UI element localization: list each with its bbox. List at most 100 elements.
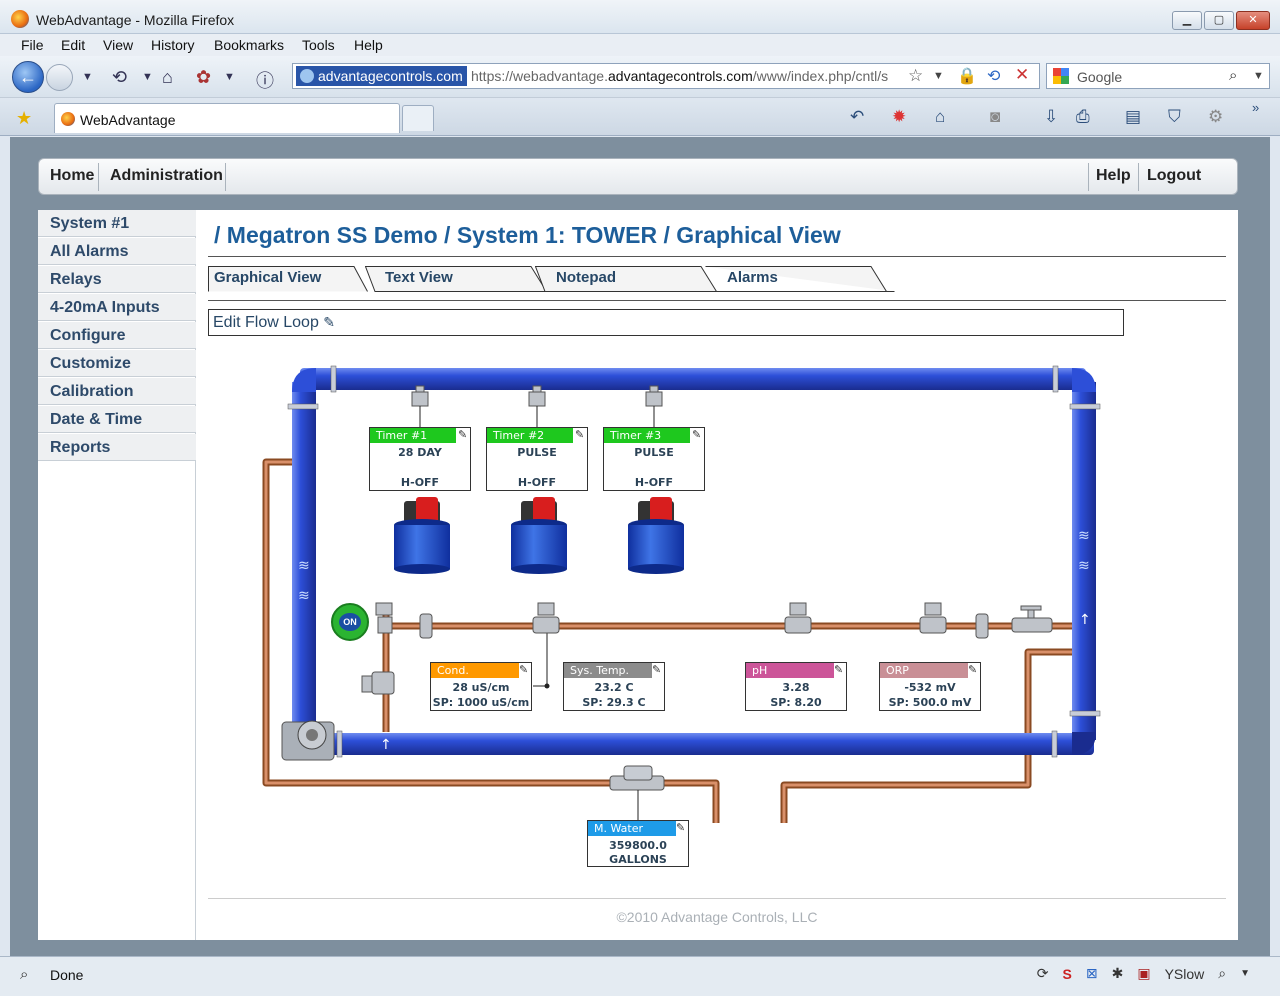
sidebar-item-relays[interactable]: Relays	[38, 266, 196, 293]
status-icons: ⟳ S ⊠ ✱ ▣ YSlow ⌕ ▼	[1037, 965, 1250, 982]
lock-icon[interactable]: 🔒	[957, 66, 977, 86]
sidebar-item-configure[interactable]: Configure	[38, 322, 196, 349]
sidebar-item-date-time[interactable]: Date & Time	[38, 406, 196, 433]
window-titlebar: WebAdvantage - Mozilla Firefox ▁ ▢ ✕	[0, 0, 1280, 34]
home-icon[interactable]: ⌂	[162, 67, 173, 88]
sidebar-item-all-alarms[interactable]: All Alarms	[38, 238, 196, 265]
tab-notepad[interactable]: Notepad	[535, 266, 717, 292]
timer-widget[interactable]: Timer #1 ✎ 28 DAY H-OFF	[369, 427, 471, 491]
nav-separator	[98, 163, 99, 191]
edit-pencil-icon[interactable]: ✎	[323, 314, 335, 330]
tab-webadvantage[interactable]: WebAdvantage	[54, 103, 400, 133]
sensor-value: 23.2 C	[594, 681, 634, 694]
tab-graphical-view[interactable]: Graphical View	[208, 266, 368, 292]
timer-widget[interactable]: Timer #2 ✎ PULSE H-OFF	[486, 427, 588, 491]
tab-alarms-label: Alarms	[727, 269, 778, 286]
tab-text-view[interactable]: Text View	[365, 266, 547, 292]
bug-icon[interactable]: ✱	[1112, 965, 1124, 982]
menu-edit[interactable]: Edit	[61, 37, 85, 53]
temperature-widget[interactable]: Sys. Temp. ✎ 23.2 C SP: 29.3 C	[563, 662, 665, 711]
sidebar-item-reports[interactable]: Reports	[38, 434, 196, 461]
rss-feed-icon[interactable]: ◙	[990, 107, 1000, 127]
nav-administration-link[interactable]: Administration	[110, 167, 223, 185]
s-plugin-icon[interactable]: S	[1063, 966, 1072, 982]
url-dropdown-icon[interactable]: ▼	[933, 70, 944, 82]
timer-mode: H-OFF	[517, 476, 557, 489]
timer-widget[interactable]: Timer #3 ✎ PULSE H-OFF	[603, 427, 705, 491]
security-shield-icon[interactable]: ⛉	[1168, 107, 1181, 127]
nav-logout-link[interactable]: Logout	[1147, 167, 1201, 185]
info-icon[interactable]: ⓘ	[256, 67, 274, 93]
page-icon[interactable]: ▤	[1125, 107, 1141, 127]
firebug-icon[interactable]: ✹	[892, 107, 906, 127]
stop-icon[interactable]: ✕	[1015, 65, 1029, 85]
sidebar-item-calibration[interactable]: Calibration	[38, 378, 196, 405]
search-icon[interactable]: ⌕	[1229, 67, 1237, 84]
window-controls: ▁ ▢ ✕	[1172, 11, 1270, 30]
back-button[interactable]: ←	[12, 61, 44, 93]
edit-pencil-icon[interactable]: ✎	[834, 663, 848, 677]
minimize-button[interactable]: ▁	[1172, 11, 1202, 30]
sidebar-item-customize[interactable]: Customize	[38, 350, 196, 377]
edit-pencil-icon[interactable]: ✎	[575, 428, 589, 442]
menu-tools[interactable]: Tools	[302, 37, 335, 53]
history-dropdown-icon[interactable]: ▼	[82, 71, 93, 83]
sync-icon[interactable]: ⟳	[1037, 965, 1049, 982]
water-meter-widget[interactable]: M. Water ✎ 359800.0 GALLONS	[587, 820, 689, 867]
edit-pencil-icon[interactable]: ✎	[458, 428, 472, 442]
edit-flow-loop-link[interactable]: Edit Flow Loop ✎	[213, 314, 335, 332]
network-icon[interactable]: ⊠	[1086, 965, 1098, 982]
undo-close-tab-icon[interactable]: ↶	[850, 107, 864, 127]
print-icon[interactable]: ⎙	[1076, 107, 1090, 127]
sensor-value: 3.28	[782, 681, 810, 694]
url-text[interactable]: https://webadvantage.advantagecontrols.c…	[471, 68, 888, 84]
edit-pencil-icon[interactable]: ✎	[692, 428, 706, 442]
flow-switch-on-indicator[interactable]: ON	[331, 603, 369, 641]
conductivity-widget[interactable]: Cond. ✎ 28 uS/cm SP: 1000 uS/cm	[430, 662, 532, 711]
menu-file[interactable]: File	[21, 37, 44, 53]
ph-widget[interactable]: pH ✎ 3.28 SP: 8.20	[745, 662, 847, 711]
menu-history[interactable]: History	[151, 37, 195, 53]
menu-bookmarks[interactable]: Bookmarks	[214, 37, 284, 53]
yslow-label[interactable]: YSlow	[1165, 966, 1205, 982]
download-icon[interactable]: ⇩	[1044, 107, 1058, 127]
orp-widget[interactable]: ORP ✎ -532 mV SP: 500.0 mV	[879, 662, 981, 711]
maximize-button[interactable]: ▢	[1204, 11, 1234, 30]
bookmarks-star-icon[interactable]: ★	[16, 108, 32, 129]
reload-dropdown-icon[interactable]: ▼	[142, 71, 153, 83]
reload-url-icon[interactable]: ⟲	[987, 66, 1000, 86]
new-tab-button[interactable]	[402, 105, 434, 131]
edit-flow-loop-label: Edit Flow Loop	[213, 314, 319, 331]
nav-home-link[interactable]: Home	[50, 167, 94, 185]
home-toolbar-icon[interactable]: ⌂	[935, 107, 945, 127]
zoom-icon[interactable]: ⌕	[1218, 965, 1226, 982]
addons-icon[interactable]: ✿	[196, 67, 211, 88]
toolbar-overflow-icon[interactable]: »	[1252, 100, 1259, 115]
sidebar-item-system-1[interactable]: System #1	[38, 210, 196, 237]
magnifier-icon[interactable]: ⌕	[20, 966, 28, 983]
search-input[interactable]: Google	[1077, 69, 1122, 85]
edit-pencil-icon[interactable]: ✎	[519, 663, 533, 677]
zoom-dropdown-icon[interactable]: ▼	[1240, 968, 1250, 979]
site-identity-button[interactable]: advantagecontrols.com	[296, 66, 467, 86]
settings-gear-icon[interactable]: ⚙	[1208, 107, 1223, 127]
google-icon	[1053, 68, 1069, 84]
bookmark-star-icon[interactable]: ☆	[908, 66, 923, 86]
nav-help-link[interactable]: Help	[1096, 167, 1131, 185]
search-bar[interactable]: Google ⌕ ▼	[1046, 63, 1270, 89]
menu-view[interactable]: View	[103, 37, 133, 53]
edit-pencil-icon[interactable]: ✎	[676, 821, 690, 835]
edit-pencil-icon[interactable]: ✎	[968, 663, 982, 677]
address-bar[interactable]: advantagecontrols.com https://webadvanta…	[292, 63, 1040, 89]
menu-help[interactable]: Help	[354, 37, 383, 53]
yslow-icon[interactable]: ▣	[1137, 965, 1150, 982]
close-window-button[interactable]: ✕	[1236, 11, 1270, 30]
edit-pencil-icon[interactable]: ✎	[652, 663, 666, 677]
sidebar-item-inputs[interactable]: 4-20mA Inputs	[38, 294, 196, 321]
tab-alarms[interactable]: Alarms	[705, 266, 895, 292]
search-engine-dropdown-icon[interactable]: ▼	[1253, 70, 1264, 82]
menu-bar: File Edit View History Bookmarks Tools H…	[0, 34, 1280, 56]
addons-dropdown-icon[interactable]: ▼	[224, 71, 235, 83]
forward-button[interactable]	[46, 64, 73, 91]
reload-icon[interactable]: ⟲	[112, 67, 127, 88]
